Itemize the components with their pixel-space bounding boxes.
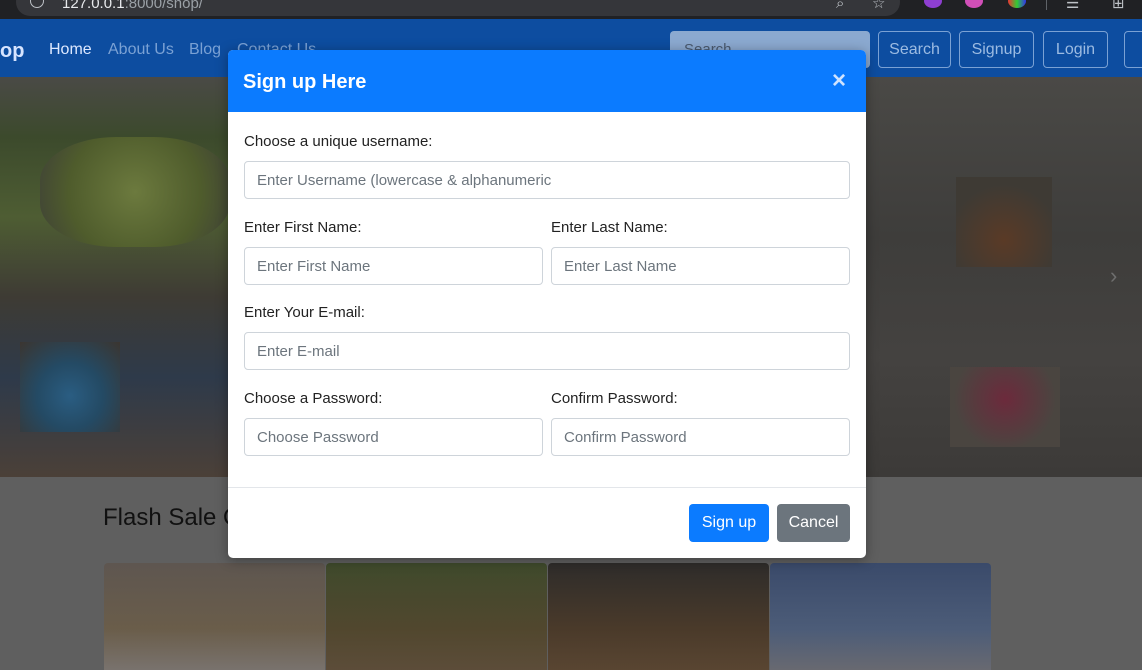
url-text[interactable]: 127.0.0.1:8000/shop/ <box>62 0 203 13</box>
signup-modal: Sign up Here × Choose a unique username:… <box>228 50 866 558</box>
close-icon[interactable]: × <box>832 67 846 95</box>
username-label: Choose a unique username: <box>244 133 433 150</box>
first-name-label: Enter First Name: <box>244 219 362 236</box>
bookmark-star-icon[interactable]: ☆ <box>872 0 885 12</box>
toolbar-divider <box>1046 0 1047 10</box>
last-name-label: Enter Last Name: <box>551 219 668 236</box>
signup-button[interactable]: Sign up <box>689 504 769 542</box>
last-name-input[interactable] <box>551 247 850 285</box>
url-host: 127.0.0.1 <box>62 0 125 12</box>
modal-header: Sign up Here × <box>228 50 866 112</box>
email-input[interactable] <box>244 332 850 370</box>
extension-icon[interactable] <box>965 0 983 8</box>
cancel-button[interactable]: Cancel <box>777 504 850 542</box>
password-input[interactable] <box>244 418 543 456</box>
confirm-password-label: Confirm Password: <box>551 390 678 407</box>
email-label: Enter Your E-mail: <box>244 304 365 321</box>
extension-icon[interactable] <box>1008 0 1026 8</box>
modal-title: Sign up Here <box>243 71 367 93</box>
extension-icon[interactable] <box>924 0 942 8</box>
url-path: :8000/shop/ <box>124 0 203 12</box>
username-input[interactable] <box>244 161 850 199</box>
modal-footer-divider <box>228 487 866 488</box>
first-name-input[interactable] <box>244 247 543 285</box>
browser-toolbar: 127.0.0.1:8000/shop/ ⌕ ☆ ☰ ⊞ <box>0 0 1142 19</box>
password-label: Choose a Password: <box>244 390 383 407</box>
confirm-password-input[interactable] <box>551 418 850 456</box>
zoom-icon[interactable]: ⌕ <box>836 0 844 12</box>
reading-list-icon[interactable]: ☰ <box>1066 0 1079 12</box>
collections-icon[interactable]: ⊞ <box>1112 0 1125 12</box>
